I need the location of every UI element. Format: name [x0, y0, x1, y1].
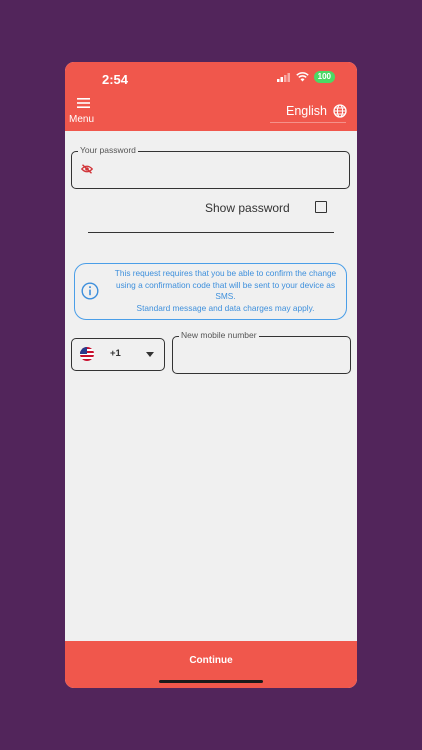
menu-label: Menu: [69, 114, 95, 125]
home-indicator: [159, 680, 263, 683]
continue-button[interactable]: Continue: [65, 641, 357, 688]
new-mobile-number-field[interactable]: New mobile number: [172, 330, 351, 374]
top-bar: 2:54 100 Menu English: [65, 62, 357, 131]
chevron-down-icon: [146, 352, 154, 357]
show-password-row[interactable]: Show password: [205, 201, 327, 215]
mobile-number-label: New mobile number: [179, 330, 259, 340]
globe-icon: [333, 104, 347, 118]
continue-label: Continue: [189, 655, 233, 666]
menu-button[interactable]: Menu: [69, 98, 99, 126]
divider: [88, 232, 334, 233]
us-flag-icon: [80, 347, 94, 361]
app-screen: 2:54 100 Menu English Your password Show…: [65, 62, 357, 688]
signal-icon: [276, 72, 290, 82]
battery-indicator: 100: [313, 71, 335, 83]
language-underline: [270, 122, 346, 123]
show-password-checkbox[interactable]: [315, 201, 327, 213]
country-code-select[interactable]: +1: [71, 338, 165, 371]
password-field[interactable]: Your password: [71, 145, 350, 189]
country-code: +1: [110, 348, 121, 359]
hamburger-icon: [77, 98, 90, 108]
info-message: This request requires that you be able t…: [114, 268, 337, 301]
status-time: 2:54: [102, 72, 129, 87]
wifi-icon: [295, 72, 309, 82]
eye-off-icon[interactable]: [81, 164, 93, 174]
language-label: English: [286, 104, 327, 118]
language-button[interactable]: English: [286, 104, 347, 118]
show-password-label: Show password: [205, 201, 290, 215]
password-label: Your password: [78, 145, 138, 155]
info-icon: [81, 282, 99, 300]
status-icons: 100: [276, 71, 335, 83]
info-text: This request requires that you be able t…: [109, 268, 342, 314]
sms-info-box: This request requires that you be able t…: [74, 263, 347, 320]
info-note: Standard message and data charges may ap…: [136, 302, 315, 313]
